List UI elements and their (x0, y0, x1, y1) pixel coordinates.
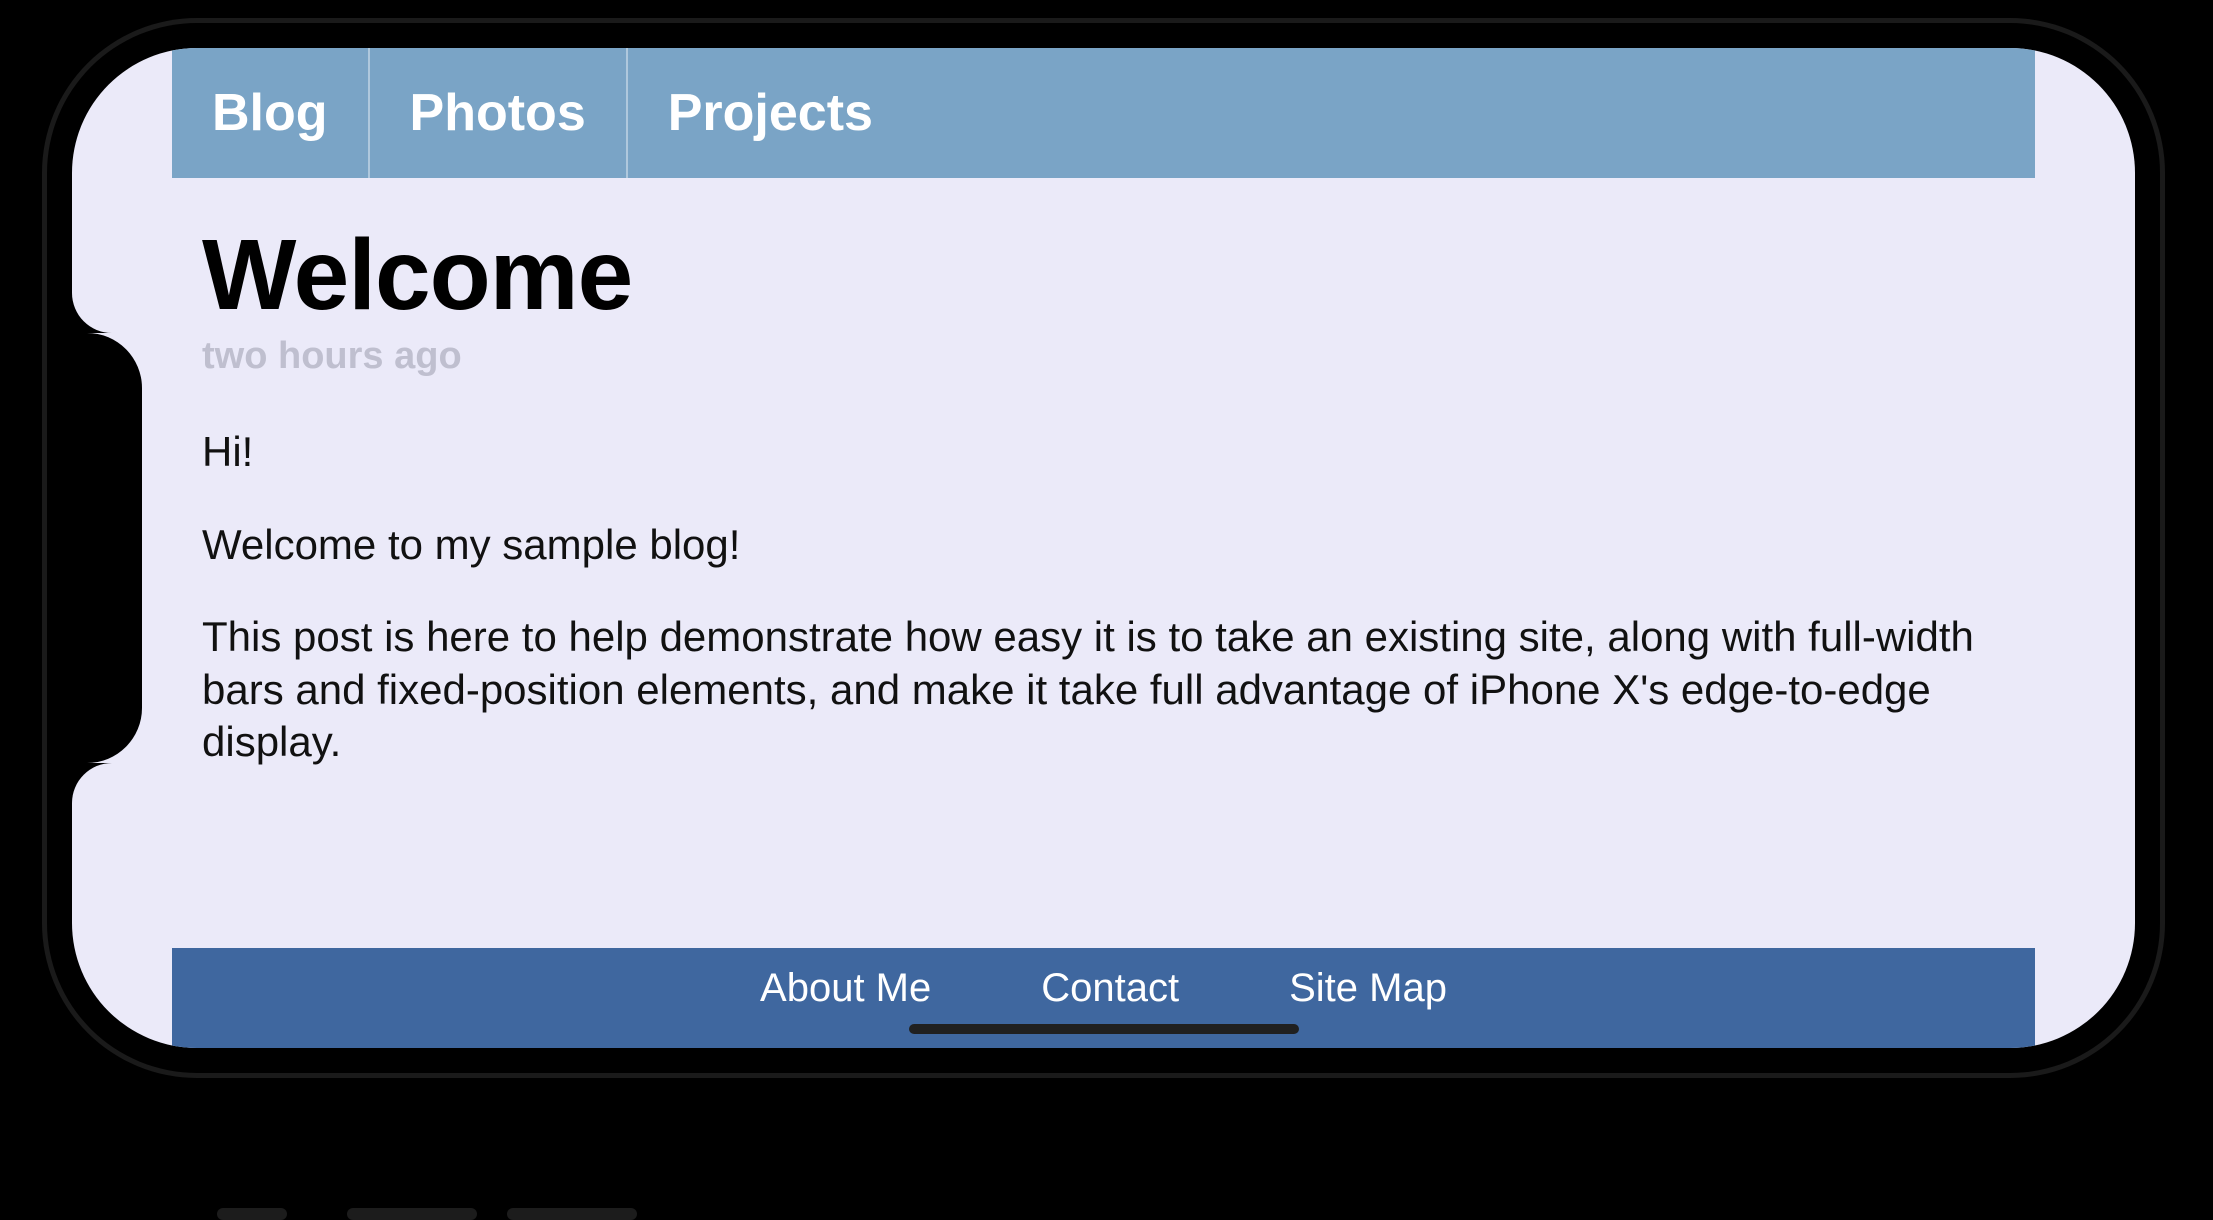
footer-link-contact[interactable]: Contact (1041, 966, 1179, 1011)
safari-page: Blog Photos Projects Welcome two hours a… (72, 48, 2135, 1048)
nav-tab-blog[interactable]: Blog (172, 48, 370, 178)
footer-link-about[interactable]: About Me (760, 966, 931, 1011)
phone-volume-down (507, 1208, 637, 1220)
nav-tab-photos[interactable]: Photos (370, 48, 628, 178)
top-nav: Blog Photos Projects (172, 48, 2035, 178)
post-title: Welcome (202, 218, 2005, 333)
stage: Blog Photos Projects Welcome two hours a… (0, 160, 2213, 941)
phone-screen: Blog Photos Projects Welcome two hours a… (72, 48, 2135, 1048)
post-body: Hi! Welcome to my sample blog! This post… (202, 426, 2005, 769)
post-content: Welcome two hours ago Hi! Welcome to my … (202, 218, 2005, 1048)
home-indicator[interactable] (909, 1024, 1299, 1034)
post-paragraph: This post is here to help demonstrate ho… (202, 611, 2005, 769)
phone-frame: Blog Photos Projects Welcome two hours a… (47, 23, 2160, 1073)
phone-mute-switch (217, 1208, 287, 1220)
phone-volume-up (347, 1208, 477, 1220)
post-paragraph: Welcome to my sample blog! (202, 519, 2005, 572)
sensor-notch (72, 333, 152, 763)
nav-tab-projects[interactable]: Projects (628, 48, 913, 178)
footer-bar: About Me Contact Site Map (172, 948, 2035, 1048)
post-timestamp: two hours ago (202, 335, 2005, 378)
post-paragraph: Hi! (202, 426, 2005, 479)
footer-link-sitemap[interactable]: Site Map (1289, 966, 1447, 1011)
